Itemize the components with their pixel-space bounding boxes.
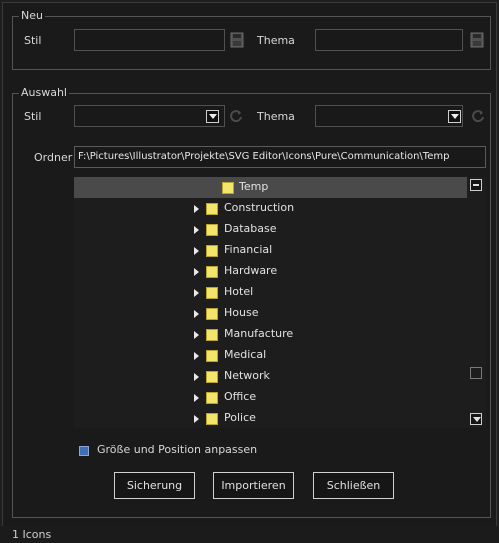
- auswahl-stil-combo[interactable]: [74, 105, 225, 127]
- expand-arrow-icon[interactable]: [194, 247, 199, 255]
- neu-thema-label: Thema: [257, 34, 295, 47]
- tree-item-label: Hotel: [224, 285, 254, 298]
- refresh-stil-icon[interactable]: [229, 109, 243, 123]
- tree-item[interactable]: Medical: [74, 345, 467, 366]
- expand-arrow-icon[interactable]: [194, 268, 199, 276]
- auswahl-thema-combo[interactable]: [315, 105, 463, 127]
- auswahl-thema-label: Thema: [257, 110, 295, 123]
- tree-item[interactable]: Hotel: [74, 282, 467, 303]
- ordner-path-field[interactable]: F:\Pictures\Illustrator\Projekte\SVG Edi…: [74, 146, 486, 168]
- folder-icon: [206, 329, 218, 341]
- save-stil-icon[interactable]: [230, 32, 244, 48]
- tree-item-label: Construction: [224, 201, 295, 214]
- thema-dropdown-button[interactable]: [448, 110, 461, 123]
- neu-stil-input[interactable]: [74, 29, 225, 51]
- tree-item-label: Financial: [224, 243, 273, 256]
- tree-item-label: Database: [224, 222, 277, 235]
- expand-arrow-icon[interactable]: [194, 415, 199, 423]
- folder-icon: [222, 182, 234, 194]
- neu-legend: Neu: [19, 9, 45, 23]
- tree-item[interactable]: Manufacture: [74, 324, 467, 345]
- tree-item-label: Police: [224, 411, 256, 424]
- tree-item[interactable]: Office: [74, 387, 467, 408]
- tree-item[interactable]: Financial: [74, 240, 467, 261]
- save-thema-icon[interactable]: [470, 32, 484, 48]
- tree-item-label: Network: [224, 369, 270, 382]
- resize-checkbox[interactable]: [79, 446, 89, 456]
- scroll-up-icon: [473, 184, 479, 186]
- tree-item[interactable]: Database: [74, 219, 467, 240]
- sicherung-button[interactable]: Sicherung: [114, 472, 195, 499]
- status-bar: 1 Icons: [0, 526, 499, 543]
- scrollbar-thumb[interactable]: [470, 367, 482, 379]
- expand-arrow-icon[interactable]: [194, 205, 199, 213]
- folder-icon: [206, 308, 218, 320]
- expand-arrow-icon[interactable]: [194, 310, 199, 318]
- tree-item-label: Office: [224, 390, 257, 403]
- tree-item[interactable]: Police: [74, 408, 467, 428]
- folder-tree[interactable]: Temp Construction Database Financial Har…: [74, 177, 486, 428]
- expand-arrow-icon[interactable]: [194, 289, 199, 297]
- tree-item-label: Temp: [239, 180, 269, 193]
- expand-arrow-icon[interactable]: [194, 352, 199, 360]
- folder-icon: [206, 413, 218, 425]
- folder-icon: [206, 224, 218, 236]
- neu-stil-label: Stil: [24, 34, 42, 47]
- auswahl-legend: Auswahl: [19, 86, 69, 100]
- tree-item[interactable]: Network: [74, 366, 467, 387]
- resize-checkbox-label: Größe und Position anpassen: [97, 443, 258, 456]
- tree-item-root[interactable]: Temp: [74, 177, 467, 198]
- expand-arrow-icon[interactable]: [194, 373, 199, 381]
- tree-item-label: Medical: [224, 348, 267, 361]
- importieren-button[interactable]: Importieren: [213, 472, 294, 499]
- folder-icon: [206, 287, 218, 299]
- tree-item-label: House: [224, 306, 259, 319]
- folder-icon: [206, 266, 218, 278]
- auswahl-stil-label: Stil: [24, 110, 42, 123]
- folder-icon: [206, 203, 218, 215]
- folder-icon: [206, 350, 218, 362]
- tree-item-label: Hardware: [224, 264, 278, 277]
- stil-dropdown-button[interactable]: [206, 110, 219, 123]
- schliessen-button[interactable]: Schließen: [313, 472, 394, 499]
- folder-icon: [206, 392, 218, 404]
- tree-item[interactable]: Construction: [74, 198, 467, 219]
- tree-item[interactable]: House: [74, 303, 467, 324]
- refresh-thema-icon[interactable]: [471, 109, 485, 123]
- ordner-label: Ordner: [34, 151, 73, 164]
- expand-arrow-icon[interactable]: [194, 331, 199, 339]
- scroll-down-icon: [473, 417, 481, 422]
- tree-item-label: Manufacture: [224, 327, 294, 340]
- scroll-up-button[interactable]: [470, 179, 482, 191]
- scroll-down-button[interactable]: [470, 413, 482, 425]
- expand-arrow-icon[interactable]: [194, 394, 199, 402]
- tree-item[interactable]: Hardware: [74, 261, 467, 282]
- neu-thema-input[interactable]: [315, 29, 463, 51]
- folder-icon: [206, 371, 218, 383]
- expand-arrow-icon[interactable]: [194, 226, 199, 234]
- folder-icon: [206, 245, 218, 257]
